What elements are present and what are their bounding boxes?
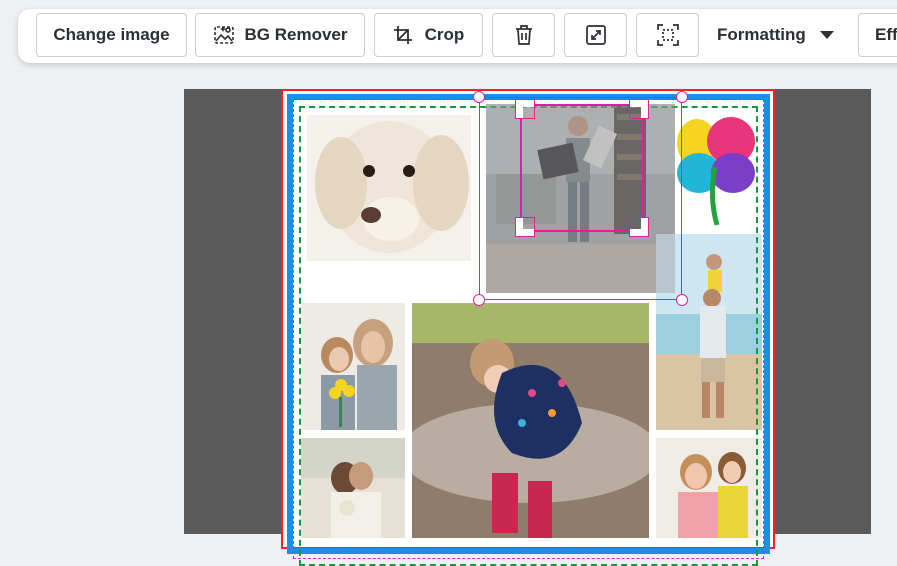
select-frame-icon [656, 24, 679, 46]
resize-handle-top-right[interactable] [676, 91, 688, 103]
formatting-dropdown[interactable]: Formatting [717, 13, 834, 57]
bg-remover-icon [213, 24, 235, 46]
resize-handle-top-left[interactable] [473, 91, 485, 103]
caret-down-icon [819, 25, 834, 45]
resize-handle-bottom-left[interactable] [473, 294, 485, 306]
effects-label: Eff [875, 25, 897, 44]
change-image-label: Change image [53, 25, 170, 44]
crop-corner-bottom-right[interactable] [629, 217, 649, 237]
crop-label: Crop [424, 25, 465, 44]
expand-icon [585, 25, 606, 45]
formatting-label: Formatting [717, 25, 806, 44]
crop-corner-top-left[interactable] [515, 99, 535, 119]
bg-remover-label: BG Remover [244, 25, 348, 44]
crop-frame[interactable] [520, 104, 644, 232]
effects-button[interactable]: Eff [858, 13, 897, 57]
bg-remover-button[interactable]: BG Remover [195, 13, 365, 57]
trash-icon [514, 24, 534, 46]
delete-button[interactable] [492, 13, 555, 57]
expand-button[interactable] [564, 13, 627, 57]
crop-corner-bottom-left[interactable] [515, 217, 535, 237]
resize-handle-bottom-right[interactable] [676, 294, 688, 306]
crop-icon [393, 25, 413, 45]
change-image-button[interactable]: Change image [36, 13, 187, 57]
toolbar: Change image BG Remover Crop Formatting … [18, 9, 897, 63]
crop-corner-top-right[interactable] [629, 99, 649, 119]
select-frame-button[interactable] [636, 13, 699, 57]
crop-button[interactable]: Crop [374, 13, 483, 57]
